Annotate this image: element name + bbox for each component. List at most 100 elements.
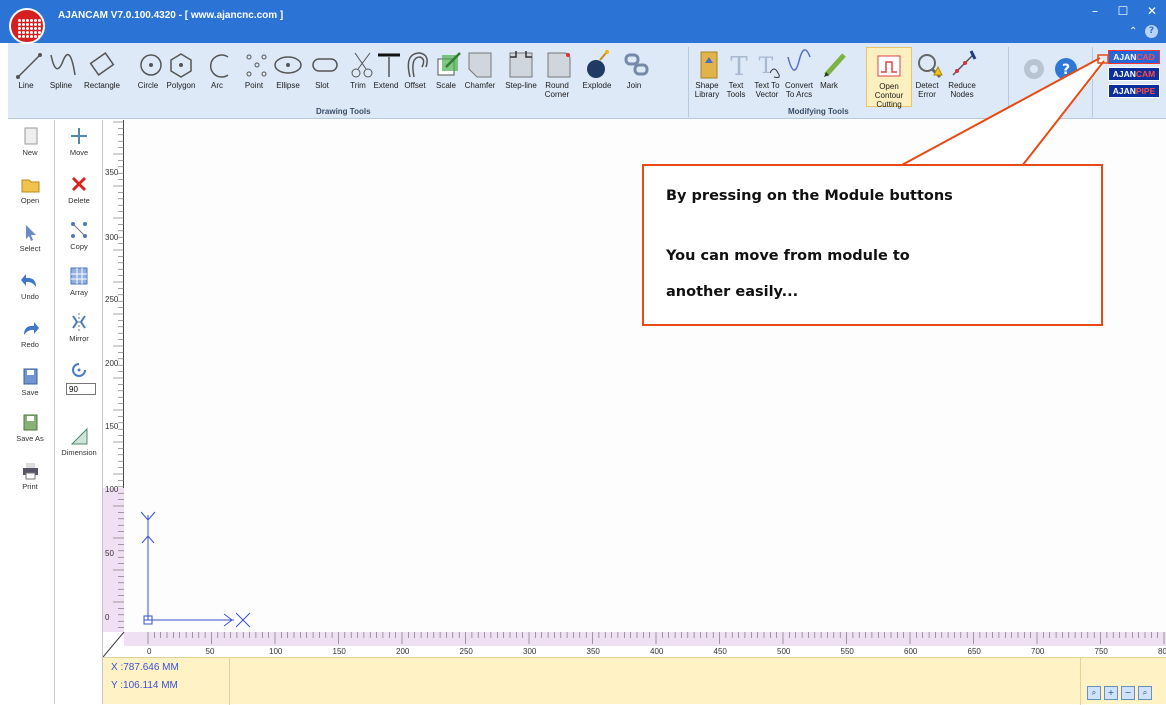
tool-text-tools[interactable]: T Text Tools (722, 47, 750, 107)
step-line-icon (509, 51, 533, 78)
polygon-icon (170, 53, 192, 78)
zoom-in-icon[interactable]: + (1104, 686, 1118, 700)
toolbar-divider (54, 120, 55, 704)
status-divider (1080, 658, 1081, 705)
module-suffix: PIPE (1135, 86, 1156, 96)
tool-convert-to-arcs[interactable]: Convert To Arcs (782, 47, 816, 107)
left-tool-redo[interactable]: Redo (8, 318, 52, 349)
tool-label: Scale (435, 81, 456, 90)
left-tool-print[interactable]: Print (8, 460, 52, 491)
tool-step-line[interactable]: Step-line (500, 47, 542, 107)
tool-open-contour-cutting[interactable]: Open Contour Cutting (866, 47, 912, 109)
ribbon-collapse-icon[interactable]: ⌃ (1129, 26, 1137, 37)
tool-line[interactable]: Line (12, 47, 42, 107)
tool-spline[interactable]: Spline (46, 47, 76, 107)
logo-dot (30, 31, 33, 34)
tool-reduce-nodes[interactable]: Reduce Nodes (944, 47, 980, 107)
minimize-button[interactable]: – (1085, 4, 1105, 18)
tool-label: Ellipse (276, 81, 300, 90)
move-icon (71, 128, 87, 144)
tool-text-to-vector[interactable]: T Text To Vector (752, 47, 782, 107)
tool-mark[interactable]: Mark (818, 47, 846, 107)
tool-shape-library[interactable]: Shape Library (694, 47, 720, 107)
left-tool-label: Save As (16, 434, 44, 443)
ribbon-separator (688, 47, 689, 117)
left-tool-save-as[interactable]: Save As (8, 412, 52, 443)
tool-ellipse[interactable]: Ellipse (270, 47, 306, 107)
tool-slot[interactable]: Slot (308, 47, 338, 107)
tool-join[interactable]: Join (620, 47, 649, 107)
left-tool-delete[interactable]: Delete (57, 174, 101, 205)
tool-polygon[interactable]: Polygon (162, 47, 200, 107)
tool-label: Line (18, 81, 34, 90)
left-tool-array[interactable]: Array (57, 266, 101, 297)
tool-label: Reduce Nodes (948, 81, 976, 99)
line-icon (16, 53, 42, 79)
tool-scale[interactable]: Scale (432, 47, 461, 107)
logo-dot (22, 35, 25, 38)
tool-arc[interactable]: Arc (202, 47, 232, 107)
tool-explode[interactable]: Explode (578, 47, 616, 107)
left-tool-dimension[interactable]: Dimension (57, 426, 101, 457)
left-tool-mirror[interactable]: Mirror (57, 312, 101, 343)
left-tool-undo[interactable]: Undo (8, 270, 52, 301)
settings-button[interactable] (1020, 47, 1048, 107)
horizontal-ruler-label: 700 (1031, 647, 1045, 656)
ribbon-separator (1092, 47, 1093, 117)
left-tool-open[interactable]: Open (8, 174, 52, 205)
svg-text:T: T (730, 52, 748, 81)
zoom-out-icon[interactable]: − (1121, 686, 1135, 700)
tool-rectangle[interactable]: Rectangle (74, 47, 130, 107)
tool-offset[interactable]: Offset (400, 47, 430, 107)
tool-label: Step-line (505, 81, 537, 90)
zoom-window-icon[interactable]: ⌕ (1138, 686, 1152, 700)
horizontal-ruler-label: 250 (460, 647, 474, 656)
module-button-cad[interactable]: AJANCAD (1108, 50, 1160, 64)
text-tools-icon: T (730, 52, 748, 81)
left-tool-save[interactable]: Save (8, 366, 52, 397)
logo-dot (26, 27, 29, 30)
detect-error-icon (918, 54, 943, 79)
horizontal-ruler-label: 200 (396, 647, 410, 656)
callout-line-3: another easily... (666, 284, 799, 300)
tool-round-corner[interactable]: Round Corner (542, 47, 572, 107)
ribbon-separator (1008, 47, 1009, 117)
maximize-button[interactable]: ☐ (1113, 4, 1133, 18)
question-icon: ? (1055, 58, 1077, 80)
tool-detect-error[interactable]: Detect Error (912, 47, 943, 107)
arc-icon (209, 54, 229, 78)
left-tool-move[interactable]: Move (57, 126, 101, 157)
tool-trim[interactable]: Trim (346, 47, 373, 107)
tool-circle[interactable]: Circle (134, 47, 162, 107)
left-tool-label: Redo (21, 340, 39, 349)
vertical-ruler-label: 250 (105, 295, 119, 304)
ribbon: Line Spline Rectangle Circle Polygon Arc Point… (8, 43, 1166, 119)
join-icon (624, 53, 649, 76)
zoom-fit-icon[interactable]: ⌕ (1087, 686, 1101, 700)
tool-label: Mark (820, 81, 838, 90)
tool-label: Trim (350, 81, 366, 90)
help-button[interactable]: ? (1052, 47, 1080, 107)
help-icon[interactable]: ? (1145, 25, 1158, 38)
tool-extend[interactable]: Extend (372, 47, 400, 107)
left-tool-copy[interactable]: Copy (57, 220, 101, 251)
slot-icon (312, 58, 338, 72)
module-suffix: CAM (1135, 69, 1156, 79)
logo-dot (34, 35, 37, 38)
left-tool-new[interactable]: New (8, 126, 52, 157)
tool-chamfer[interactable]: Chamfer (462, 47, 498, 107)
left-tool-select[interactable]: Select (8, 222, 52, 253)
horizontal-ruler-label: 800 (1158, 647, 1166, 656)
rotate-angle-input[interactable] (66, 383, 96, 395)
tool-label: Shape Library (694, 81, 720, 99)
convert-to-arcs-icon (787, 49, 811, 71)
dimension-icon (70, 427, 88, 445)
tool-point[interactable]: Point (240, 47, 268, 107)
app-logo[interactable] (9, 8, 45, 44)
tool-label: Point (244, 81, 264, 90)
close-button[interactable]: ✕ (1142, 4, 1162, 18)
module-button-pipe[interactable]: AJANPIPE (1108, 84, 1160, 98)
callout-line-2: You can move from module to (666, 248, 910, 264)
module-button-cam[interactable]: AJANCAM (1108, 67, 1160, 81)
left-tool-label: Delete (68, 196, 90, 205)
